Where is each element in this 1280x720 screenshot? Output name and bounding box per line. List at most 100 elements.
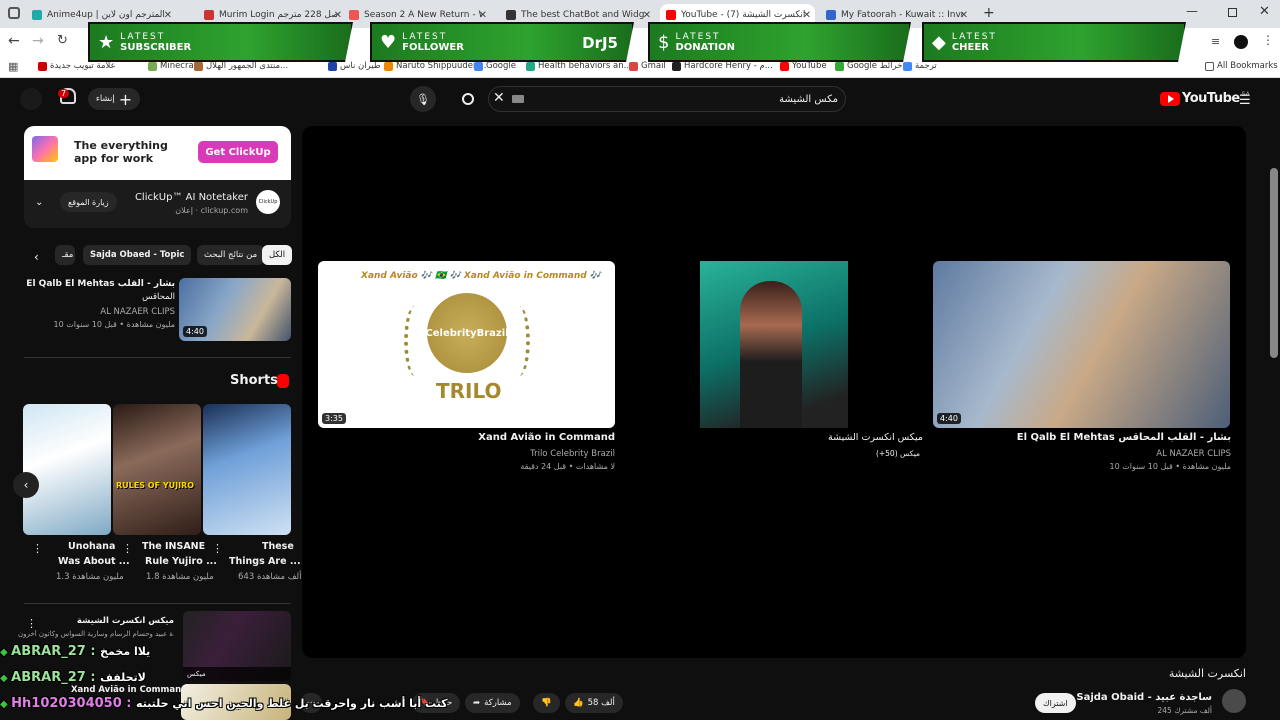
bookmark-item[interactable]: Naruto Shippuuden... [384,61,487,71]
short-thumbnail-1[interactable] [23,404,111,535]
advertiser-avatar[interactable]: ClickUp [256,190,280,214]
short-title-3[interactable]: These [262,541,294,552]
short-menu-icon-3[interactable]: ⋮ [212,542,223,555]
short-menu-icon-1[interactable]: ⋮ [32,542,43,555]
all-bookmarks-link[interactable]: All Bookmarks [1205,61,1278,71]
short-thumbnail-3[interactable] [203,404,291,535]
media-control-icon[interactable]: ≡ [1211,35,1220,48]
guide-menu-icon[interactable]: ☰ [1239,93,1251,108]
short-title-1b[interactable]: Was About ... [58,556,130,567]
short-title-2[interactable]: The INSANE [142,541,205,552]
voice-search-button[interactable]: 🎙 [410,86,436,112]
apps-grid-icon[interactable]: ▦ [8,60,18,73]
forward-icon[interactable]: → [32,33,44,49]
maximize-button[interactable] [1228,8,1237,17]
share-label: مشاركة [484,698,512,708]
chevron-down-icon[interactable]: ⌄ [35,197,43,208]
ad-title: ClickUp™ AI Notetaker [134,192,248,203]
bookmark-item[interactable]: ترجمة [903,61,937,71]
end-card-1[interactable]: Xand Avião 🎶 🇧🇷 🎶 Xand Avião in Command … [318,261,615,428]
bookmark-item[interactable]: Google [474,61,516,71]
bookmark-item[interactable]: منتدى الجمهور الهلال... [194,61,288,71]
plus-icon: + [118,89,133,109]
short-menu-icon-2[interactable]: ⋮ [122,542,133,555]
chip-more[interactable]: مقـ [55,245,75,265]
bookmark-item[interactable]: علامة تبويب جديدة [38,61,116,71]
chip-topic[interactable]: Sajda Obaed - Topic [83,245,192,265]
side-video-title-line2[interactable]: المحاقس [142,292,175,302]
end-card-1-brand2: TRILO [436,379,502,403]
end-card-1-title[interactable]: Xand Avião in Command [478,432,615,443]
end-card-2-title[interactable]: ميكس انكسرت الشيشة [828,432,923,443]
channel-avatar[interactable] [1222,689,1246,713]
share-button[interactable]: ➦ مشاركة [465,693,520,713]
tab-title: Anime4up | شاهد انمي المترجم اون لاين [47,10,167,20]
chips-prev-icon[interactable]: ‹ [34,250,39,264]
tab-close-icon[interactable]: ✕ [164,10,172,21]
end-card-3[interactable]: 4:40 [933,261,1230,428]
chat-badge-icon: ◆ [0,699,12,710]
create-button[interactable]: إنشاء + [88,88,140,110]
ad-banner[interactable]: The everything app for work Get ClickUp [24,126,291,180]
shorts-prev-button[interactable]: ‹ [13,472,39,498]
bookmark-item[interactable]: YouTube [780,61,827,71]
end-card-3-channel[interactable]: AL NAZAER CLIPS [1156,449,1231,459]
bookmark-item[interactable]: طيران ناس [328,61,381,71]
tab-close-icon[interactable]: ✕ [479,10,487,21]
search-button[interactable] [455,86,481,112]
end-card-1-channel[interactable]: Trilo Celebrity Brazil [530,449,615,459]
minimize-button[interactable]: — [1186,4,1198,18]
subscribe-button[interactable]: اشتراك [1035,693,1076,713]
side-video-title[interactable]: El Qalb El Mehtas بشار - القلب [26,279,175,289]
bookmark-item[interactable]: Gmail [629,61,666,71]
tab-close-icon[interactable]: ✕ [334,10,342,21]
like-button[interactable]: 👍 58 ألف [565,693,623,713]
tab-close-icon[interactable]: ✕ [960,10,968,21]
chat-text: يلاا مخمخ [100,645,151,658]
side-video-thumbnail[interactable]: 4:40 [179,278,291,341]
short-title-1[interactable]: Unohana [68,541,115,552]
keyboard-icon[interactable] [512,95,524,103]
tab-close-icon[interactable]: ✕ [643,10,651,21]
ad-cta-button[interactable]: Get ClickUp [198,141,278,163]
dislike-button[interactable]: 👎 [533,693,560,713]
clear-search-icon[interactable]: ✕ [493,90,505,106]
short-title-2b[interactable]: Rule Yujiro ... [145,556,217,567]
page-scrollbar[interactable] [1270,168,1278,358]
search-input[interactable] [540,89,838,109]
channel-name[interactable]: Sajda Obaid - ساجدة عبيد [1076,692,1212,703]
ad-headline: The everything app for work [74,139,168,165]
short-title-3b[interactable]: Things Are ... [229,556,301,567]
end-card-3-title[interactable]: El Qalb El Mehtas بشار - القلب المحاقس [1017,432,1231,443]
visit-site-button[interactable]: زيارة الموقع [60,192,117,212]
back-icon[interactable]: ← [8,33,20,49]
close-window-button[interactable]: ✕ [1259,4,1270,19]
bookmark-item[interactable]: Minecraft [148,61,200,71]
new-tab-button[interactable]: + [983,5,995,21]
mix-badge: ميكس [183,667,291,681]
bookmark-favicon-icon [38,61,47,71]
subscriber-count: 245 ألف مشترك [1157,706,1212,715]
banner-label: LATEST [675,31,721,42]
mix-menu-icon[interactable]: ⋮ [26,617,37,630]
end-card-2[interactable] [700,261,848,428]
chip-all[interactable]: الكل [262,245,293,265]
mix-thumbnail[interactable]: ميكس [183,611,291,681]
short-thumbnail-2[interactable]: RULES OF YUJIRO [113,404,201,535]
mix-title[interactable]: ميكس انكسرت الشيشة [77,616,174,626]
bookmark-item[interactable]: Hardcore Henry - م... [672,61,773,71]
youtube-logo[interactable]: YouTube SA [1160,91,1250,106]
menu-kebab-icon[interactable]: ⋮ [1262,33,1274,47]
thumbs-up-icon: 👍 [573,698,584,708]
side-video-channel[interactable]: AL NAZAER CLIPS [100,307,175,317]
laurel-right-icon [508,306,530,376]
account-avatar[interactable] [20,88,42,110]
tab-close-icon[interactable]: ✕ [803,10,811,21]
bookmark-item[interactable]: Google خرائط [835,61,902,71]
bookmark-item[interactable]: Health behaviors an... [526,61,632,71]
video-player[interactable]: Xand Avião 🎶 🇧🇷 🎶 Xand Avião in Command … [302,126,1246,658]
chip-related[interactable]: من نتائج البحث [197,245,265,265]
profile-avatar[interactable] [1234,35,1248,49]
tab-search-icon[interactable] [8,7,20,19]
reload-icon[interactable]: ↻ [57,33,68,48]
